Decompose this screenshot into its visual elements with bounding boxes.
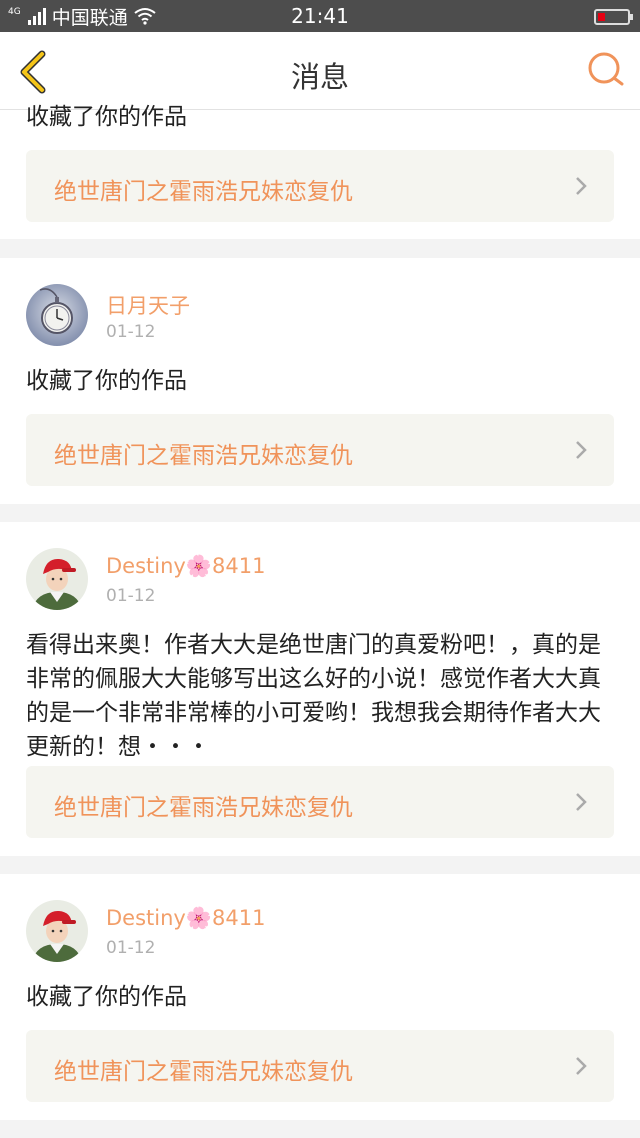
search-icon <box>588 52 624 86</box>
work-title: 绝世唐门之霍雨浩兄妹恋复仇 <box>54 179 353 205</box>
status-time: 21:41 <box>291 4 349 28</box>
username[interactable]: Destiny🌸8411 <box>106 554 265 579</box>
message-date: 01-12 <box>106 586 156 606</box>
message-card: Destiny🌸8411 01-12 收藏了你的作品 绝世唐门之霍雨浩兄妹恋复仇 <box>0 874 640 1120</box>
work-link[interactable]: 绝世唐门之霍雨浩兄妹恋复仇 <box>26 414 614 486</box>
chevron-right-icon <box>576 1057 587 1075</box>
username[interactable]: Destiny🌸8411 <box>106 906 265 931</box>
status-bar: 4G 中国联通 21:41 <box>0 0 640 32</box>
work-title: 绝世唐门之霍雨浩兄妹恋复仇 <box>54 1059 353 1085</box>
message-card: 日月天子 01-12 收藏了你的作品 绝世唐门之霍雨浩兄妹恋复仇 <box>0 258 640 504</box>
message-text: 收藏了你的作品 <box>26 368 187 394</box>
message-card: Destiny🌸8411 01-12 看得出来奥！作者大大是绝世唐门的真爱粉吧！… <box>0 522 640 856</box>
search-button[interactable] <box>586 50 626 90</box>
work-link[interactable]: 绝世唐门之霍雨浩兄妹恋复仇 <box>26 150 614 222</box>
message-card-partial: 收藏了你的作品 绝世唐门之霍雨浩兄妹恋复仇 <box>0 104 640 239</box>
message-date: 01-12 <box>106 322 156 342</box>
avatar[interactable] <box>26 284 88 346</box>
chevron-right-icon <box>576 441 587 459</box>
chevron-right-icon <box>576 793 587 811</box>
avatar[interactable] <box>26 900 88 962</box>
message-date: 01-12 <box>106 938 156 958</box>
work-title: 绝世唐门之霍雨浩兄妹恋复仇 <box>54 795 353 821</box>
battery-icon <box>594 9 633 25</box>
nav-bar: 消息 <box>0 32 640 110</box>
work-title: 绝世唐门之霍雨浩兄妹恋复仇 <box>54 443 353 469</box>
page-title: 消息 <box>290 60 349 94</box>
chevron-right-icon <box>576 177 587 195</box>
work-link[interactable]: 绝世唐门之霍雨浩兄妹恋复仇 <box>26 1030 614 1102</box>
message-text: 看得出来奥！作者大大是绝世唐门的真爱粉吧！，真的是非常的佩服大大能够写出这么好的… <box>26 632 601 760</box>
avatar[interactable] <box>26 548 88 610</box>
work-link[interactable]: 绝世唐门之霍雨浩兄妹恋复仇 <box>26 766 614 838</box>
pocket-watch-avatar <box>26 284 88 346</box>
message-text: 收藏了你的作品 <box>26 104 187 130</box>
child-avatar <box>26 548 88 610</box>
username[interactable]: 日月天子 <box>106 290 190 320</box>
message-text: 收藏了你的作品 <box>26 984 187 1010</box>
child-avatar <box>26 900 88 962</box>
